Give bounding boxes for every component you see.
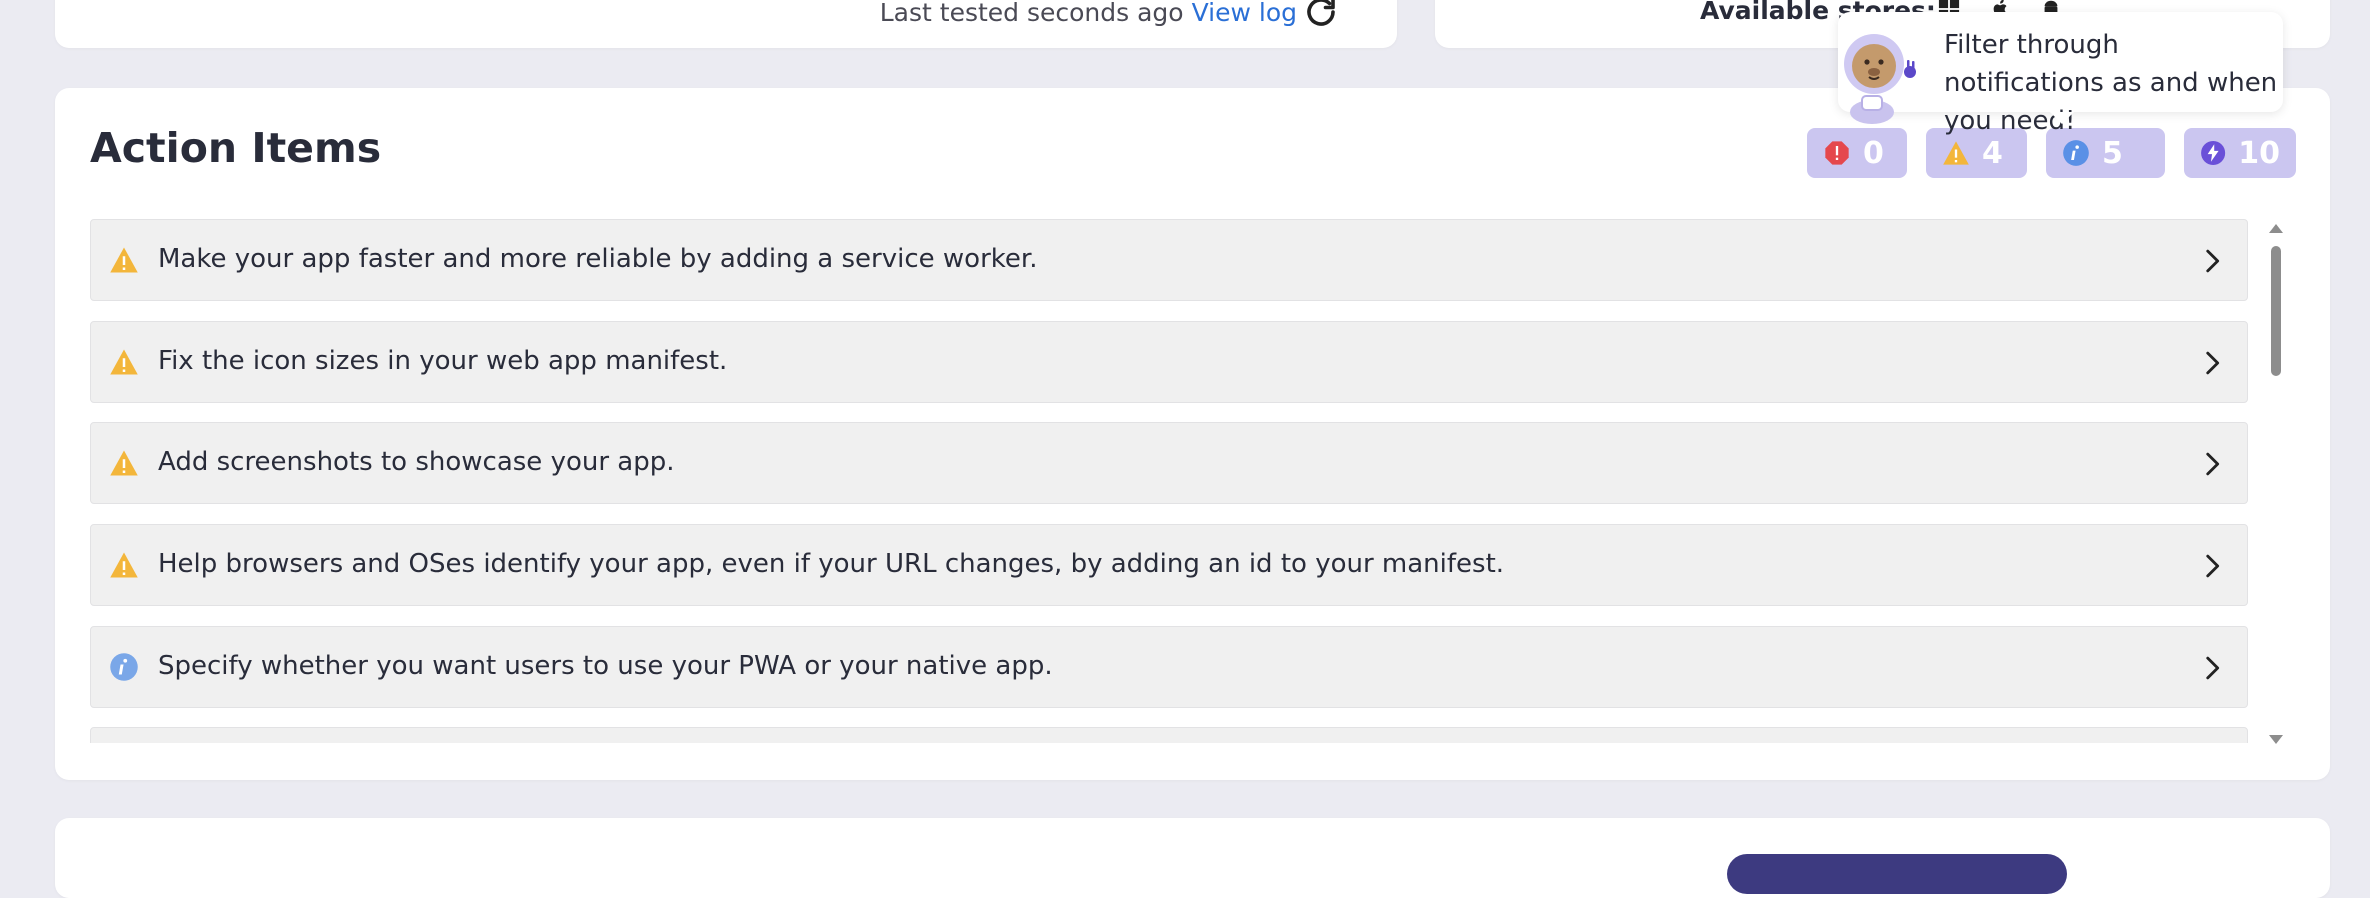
- filter-tooltip: Filter through notifications as and when…: [1838, 12, 2283, 136]
- action-item-text: Fix the icon sizes in your web app manif…: [158, 346, 728, 376]
- chevron-right-icon[interactable]: [2195, 651, 2229, 685]
- warning-icon: [110, 450, 138, 476]
- filter-warning-count: 4: [1982, 135, 2003, 171]
- refresh-icon[interactable]: [1303, 0, 1339, 30]
- warning-icon: [110, 552, 138, 578]
- filter-performance-count: 10: [2238, 135, 2280, 171]
- last-tested-text: Last tested seconds ago: [879, 0, 1184, 27]
- action-item[interactable]: Add screenshots to showcase your app.: [90, 422, 2248, 504]
- action-items-scrollbar[interactable]: [2266, 224, 2286, 744]
- action-item-text: Specify whether you want users to use yo…: [158, 651, 1053, 681]
- warning-icon: [1943, 141, 1969, 165]
- chevron-right-icon[interactable]: [2195, 549, 2229, 583]
- scroll-up-arrow[interactable]: [2269, 224, 2283, 233]
- action-items-title: Action Items: [90, 124, 382, 172]
- scroll-thumb[interactable]: [2271, 246, 2281, 376]
- view-log-link[interactable]: View log: [1192, 0, 1297, 27]
- filter-error-count: 0: [1863, 135, 1884, 171]
- action-items-list: Make your app faster and more reliable b…: [90, 219, 2248, 743]
- action-item-text: Help browsers and OSes identify your app…: [158, 549, 1505, 579]
- test-status: Last tested seconds ago View log: [880, 0, 1297, 27]
- action-item[interactable]: Fix the icon sizes in your web app manif…: [90, 321, 2248, 403]
- test-status-card: Last tested seconds ago View log: [55, 0, 1397, 48]
- chevron-right-icon[interactable]: [2195, 447, 2229, 481]
- chevron-right-icon[interactable]: [2195, 346, 2229, 380]
- action-item-text: Make your app faster and more reliable b…: [158, 244, 1038, 274]
- action-items-card: Action Items 0 4 5 10 Make your app fast…: [55, 88, 2330, 780]
- filter-error-button[interactable]: 0: [1807, 128, 1907, 178]
- lightning-icon: [2201, 140, 2226, 166]
- warning-icon: [110, 349, 138, 375]
- action-item-partial[interactable]: [90, 727, 2248, 743]
- filter-info-count: 5: [2102, 135, 2123, 171]
- error-icon: [1825, 141, 1849, 165]
- info-icon: [2063, 140, 2089, 166]
- action-item[interactable]: Make your app faster and more reliable b…: [90, 219, 2248, 301]
- warning-icon: [110, 247, 138, 273]
- info-icon: [110, 653, 138, 681]
- action-item-text: Add screenshots to showcase your app.: [158, 447, 675, 477]
- next-section-card: [55, 818, 2330, 898]
- chevron-right-icon[interactable]: [2195, 244, 2229, 278]
- astronaut-mascot-icon: [1844, 34, 1916, 124]
- action-item[interactable]: Specify whether you want users to use yo…: [90, 626, 2248, 708]
- action-item[interactable]: Help browsers and OSes identify your app…: [90, 524, 2248, 606]
- primary-button[interactable]: [1727, 854, 2067, 894]
- scroll-down-arrow[interactable]: [2269, 735, 2283, 744]
- tooltip-text: Filter through notifications as and when…: [1944, 30, 2278, 136]
